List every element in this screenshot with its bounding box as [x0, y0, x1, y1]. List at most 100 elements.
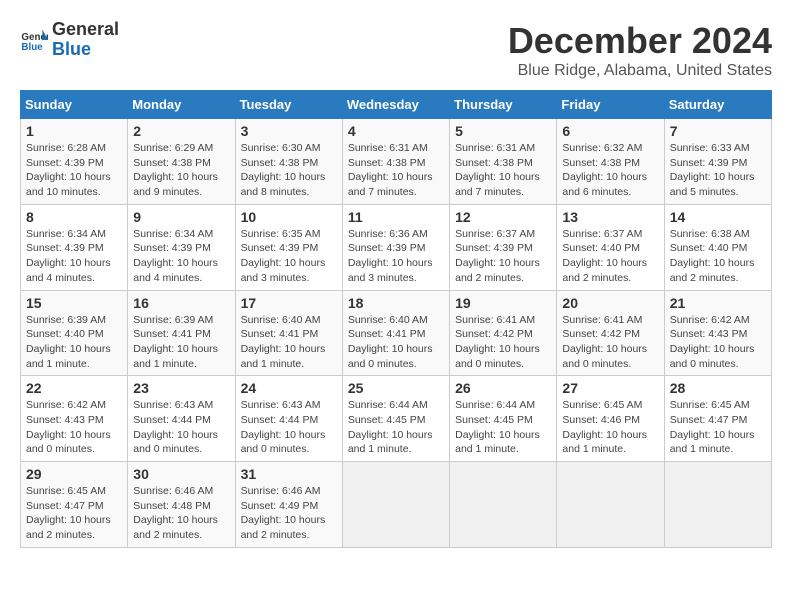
- day-info: Sunrise: 6:31 AMSunset: 4:38 PMDaylight:…: [455, 141, 551, 200]
- day-number: 8: [26, 209, 122, 225]
- day-info: Sunrise: 6:42 AMSunset: 4:43 PMDaylight:…: [26, 398, 122, 457]
- day-number: 20: [562, 295, 658, 311]
- logo-line1: General: [52, 20, 119, 40]
- calendar-header-wednesday: Wednesday: [342, 91, 449, 119]
- calendar-day-25: 25 Sunrise: 6:44 AMSunset: 4:45 PMDayligh…: [342, 376, 449, 462]
- calendar-day-24: 24 Sunrise: 6:43 AMSunset: 4:44 PMDayligh…: [235, 376, 342, 462]
- calendar-day-18: 18 Sunrise: 6:40 AMSunset: 4:41 PMDayligh…: [342, 290, 449, 376]
- calendar-day-15: 15 Sunrise: 6:39 AMSunset: 4:40 PMDayligh…: [21, 290, 128, 376]
- day-number: 3: [241, 123, 337, 139]
- day-info: Sunrise: 6:45 AMSunset: 4:46 PMDaylight:…: [562, 398, 658, 457]
- day-info: Sunrise: 6:45 AMSunset: 4:47 PMDaylight:…: [670, 398, 766, 457]
- day-info: Sunrise: 6:46 AMSunset: 4:49 PMDaylight:…: [241, 484, 337, 543]
- day-number: 25: [348, 380, 444, 396]
- calendar-day-5: 5 Sunrise: 6:31 AMSunset: 4:38 PMDaylight…: [450, 119, 557, 205]
- day-number: 24: [241, 380, 337, 396]
- calendar-day-19: 19 Sunrise: 6:41 AMSunset: 4:42 PMDayligh…: [450, 290, 557, 376]
- calendar-table: SundayMondayTuesdayWednesdayThursdayFrid…: [20, 90, 772, 548]
- day-number: 21: [670, 295, 766, 311]
- calendar-day-26: 26Sunrise: 6:44 AMSunset: 4:45 PMDayligh…: [450, 376, 557, 462]
- day-info: Sunrise: 6:44 AMSunset: 4:45 PMDaylight:…: [348, 398, 444, 457]
- day-info: Sunrise: 6:33 AMSunset: 4:39 PMDaylight:…: [670, 141, 766, 200]
- calendar-week-row: 1 Sunrise: 6:28 AMSunset: 4:39 PMDaylight…: [21, 119, 772, 205]
- day-number: 6: [562, 123, 658, 139]
- calendar-day-12: 12 Sunrise: 6:37 AMSunset: 4:39 PMDayligh…: [450, 204, 557, 290]
- day-info: Sunrise: 6:42 AMSunset: 4:43 PMDaylight:…: [670, 313, 766, 372]
- day-number: 14: [670, 209, 766, 225]
- calendar-day-28: 28Sunrise: 6:45 AMSunset: 4:47 PMDayligh…: [664, 376, 771, 462]
- calendar-week-row: 22 Sunrise: 6:42 AMSunset: 4:43 PMDayligh…: [21, 376, 772, 462]
- calendar-day-29: 29Sunrise: 6:45 AMSunset: 4:47 PMDayligh…: [21, 462, 128, 548]
- calendar-day-16: 16 Sunrise: 6:39 AMSunset: 4:41 PMDayligh…: [128, 290, 235, 376]
- logo-line2: Blue: [52, 40, 119, 60]
- calendar-day-empty: [557, 462, 664, 548]
- calendar-day-empty: [342, 462, 449, 548]
- title-area: December 2024 Blue Ridge, Alabama, Unite…: [508, 20, 772, 80]
- day-number: 7: [670, 123, 766, 139]
- logo-text: General Blue: [52, 20, 119, 60]
- calendar-week-row: 8 Sunrise: 6:34 AMSunset: 4:39 PMDaylight…: [21, 204, 772, 290]
- svg-text:Blue: Blue: [21, 42, 43, 53]
- calendar-day-11: 11Sunrise: 6:36 AMSunset: 4:39 PMDayligh…: [342, 204, 449, 290]
- calendar-week-row: 15 Sunrise: 6:39 AMSunset: 4:40 PMDayligh…: [21, 290, 772, 376]
- day-info: Sunrise: 6:37 AMSunset: 4:40 PMDaylight:…: [562, 227, 658, 286]
- calendar-day-23: 23Sunrise: 6:43 AMSunset: 4:44 PMDayligh…: [128, 376, 235, 462]
- day-info: Sunrise: 6:30 AMSunset: 4:38 PMDaylight:…: [241, 141, 337, 200]
- day-info: Sunrise: 6:36 AMSunset: 4:39 PMDaylight:…: [348, 227, 444, 286]
- month-title: December 2024: [508, 20, 772, 62]
- day-number: 1: [26, 123, 122, 139]
- day-info: Sunrise: 6:31 AMSunset: 4:38 PMDaylight:…: [348, 141, 444, 200]
- logo-icon: General Blue: [20, 26, 48, 54]
- day-number: 31: [241, 466, 337, 482]
- day-info: Sunrise: 6:34 AMSunset: 4:39 PMDaylight:…: [26, 227, 122, 286]
- day-number: 9: [133, 209, 229, 225]
- calendar-day-22: 22 Sunrise: 6:42 AMSunset: 4:43 PMDayligh…: [21, 376, 128, 462]
- day-info: Sunrise: 6:28 AMSunset: 4:39 PMDaylight:…: [26, 141, 122, 200]
- day-info: Sunrise: 6:46 AMSunset: 4:48 PMDaylight:…: [133, 484, 229, 543]
- day-info: Sunrise: 6:40 AMSunset: 4:41 PMDaylight:…: [241, 313, 337, 372]
- day-number: 30: [133, 466, 229, 482]
- calendar-day-10: 10 Sunrise: 6:35 AMSunset: 4:39 PMDayligh…: [235, 204, 342, 290]
- calendar-day-4: 4Sunrise: 6:31 AMSunset: 4:38 PMDaylight…: [342, 119, 449, 205]
- day-info: Sunrise: 6:40 AMSunset: 4:41 PMDaylight:…: [348, 313, 444, 372]
- day-number: 16: [133, 295, 229, 311]
- day-number: 27: [562, 380, 658, 396]
- calendar-day-6: 6Sunrise: 6:32 AMSunset: 4:38 PMDaylight…: [557, 119, 664, 205]
- day-number: 12: [455, 209, 551, 225]
- calendar-day-30: 30 Sunrise: 6:46 AMSunset: 4:48 PMDayligh…: [128, 462, 235, 548]
- calendar-day-2: 2Sunrise: 6:29 AMSunset: 4:38 PMDaylight…: [128, 119, 235, 205]
- day-number: 18: [348, 295, 444, 311]
- day-info: Sunrise: 6:45 AMSunset: 4:47 PMDaylight:…: [26, 484, 122, 543]
- calendar-day-13: 13Sunrise: 6:37 AMSunset: 4:40 PMDayligh…: [557, 204, 664, 290]
- calendar-day-31: 31 Sunrise: 6:46 AMSunset: 4:49 PMDayligh…: [235, 462, 342, 548]
- day-number: 23: [133, 380, 229, 396]
- day-info: Sunrise: 6:41 AMSunset: 4:42 PMDaylight:…: [455, 313, 551, 372]
- day-info: Sunrise: 6:35 AMSunset: 4:39 PMDaylight:…: [241, 227, 337, 286]
- calendar-day-8: 8 Sunrise: 6:34 AMSunset: 4:39 PMDaylight…: [21, 204, 128, 290]
- calendar-day-14: 14Sunrise: 6:38 AMSunset: 4:40 PMDayligh…: [664, 204, 771, 290]
- day-number: 19: [455, 295, 551, 311]
- calendar-header-monday: Monday: [128, 91, 235, 119]
- day-number: 2: [133, 123, 229, 139]
- calendar-header-row: SundayMondayTuesdayWednesdayThursdayFrid…: [21, 91, 772, 119]
- day-info: Sunrise: 6:37 AMSunset: 4:39 PMDaylight:…: [455, 227, 551, 286]
- calendar-day-empty: [664, 462, 771, 548]
- location-title: Blue Ridge, Alabama, United States: [508, 62, 772, 80]
- day-info: Sunrise: 6:39 AMSunset: 4:40 PMDaylight:…: [26, 313, 122, 372]
- day-info: Sunrise: 6:43 AMSunset: 4:44 PMDaylight:…: [241, 398, 337, 457]
- day-info: Sunrise: 6:44 AMSunset: 4:45 PMDaylight:…: [455, 398, 551, 457]
- page-header: General Blue General Blue December 2024 …: [20, 20, 772, 80]
- calendar-day-27: 27 Sunrise: 6:45 AMSunset: 4:46 PMDayligh…: [557, 376, 664, 462]
- calendar-day-empty: [450, 462, 557, 548]
- calendar-day-21: 21 Sunrise: 6:42 AMSunset: 4:43 PMDayligh…: [664, 290, 771, 376]
- day-number: 15: [26, 295, 122, 311]
- calendar-day-9: 9Sunrise: 6:34 AMSunset: 4:39 PMDaylight…: [128, 204, 235, 290]
- calendar-header-saturday: Saturday: [664, 91, 771, 119]
- logo: General Blue General Blue: [20, 20, 119, 60]
- calendar-day-7: 7 Sunrise: 6:33 AMSunset: 4:39 PMDaylight…: [664, 119, 771, 205]
- day-info: Sunrise: 6:39 AMSunset: 4:41 PMDaylight:…: [133, 313, 229, 372]
- day-number: 10: [241, 209, 337, 225]
- calendar-week-row: 29Sunrise: 6:45 AMSunset: 4:47 PMDayligh…: [21, 462, 772, 548]
- day-number: 5: [455, 123, 551, 139]
- day-number: 22: [26, 380, 122, 396]
